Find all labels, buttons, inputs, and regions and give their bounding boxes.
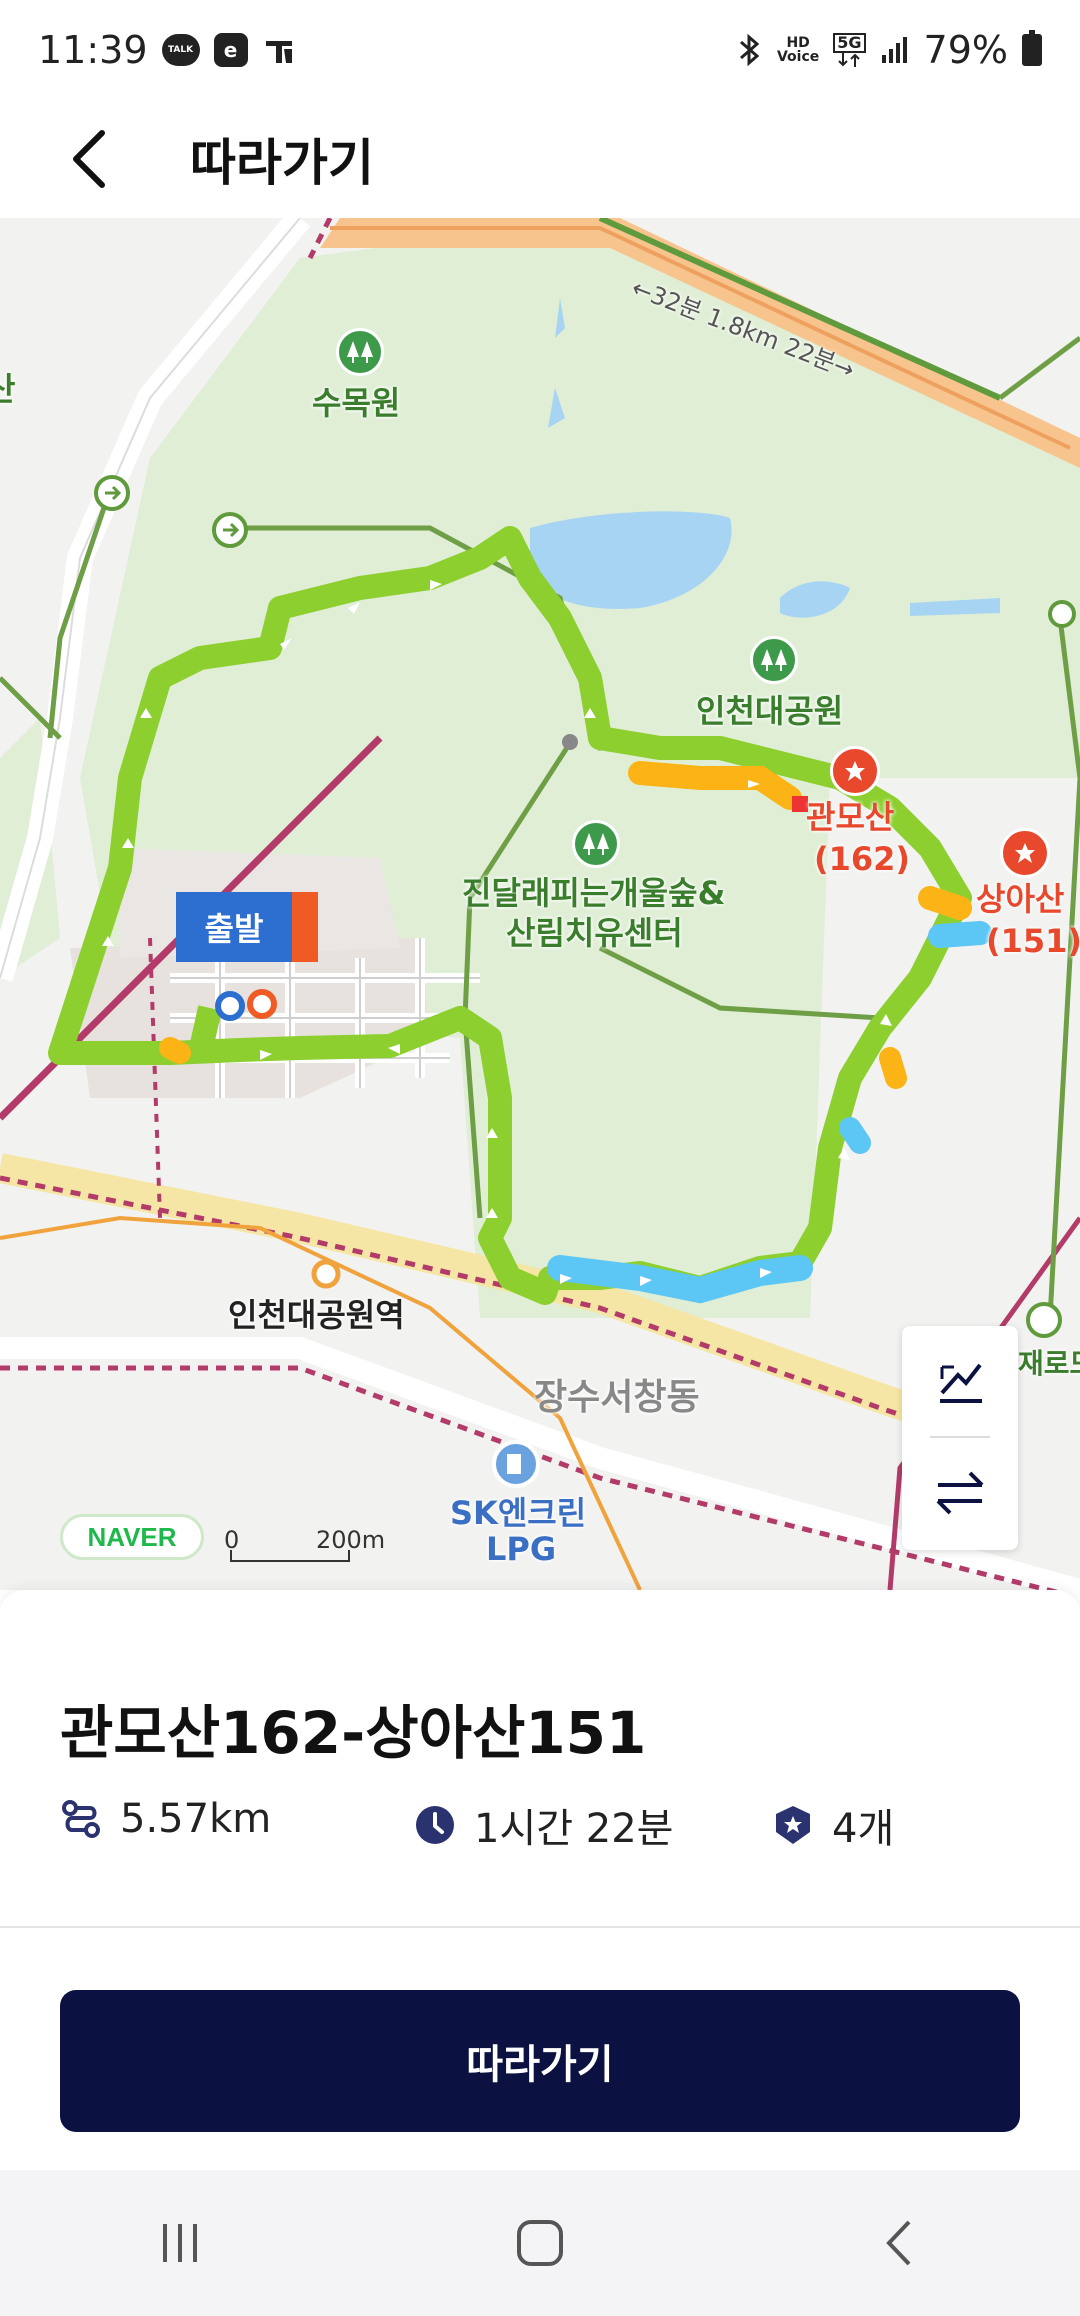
signal-icon [880, 35, 910, 65]
gas-station-label-line2: LPG [486, 1530, 557, 1568]
distance-stat: 5.57km [60, 1796, 271, 1842]
follow-button[interactable]: 따라가기 [60, 1990, 1020, 2132]
header: 따라가기 [0, 100, 1080, 218]
tree-icon [750, 636, 798, 684]
distance-value: 5.57km [120, 1796, 272, 1842]
battery-icon [1022, 30, 1042, 66]
start-marker[interactable]: 출발 [176, 892, 320, 962]
station-label: 인천대공원역 [228, 1296, 405, 1334]
home-button[interactable] [480, 2183, 600, 2303]
duration-value: 1시간 22분 [474, 1806, 674, 1852]
recent-apps-icon [163, 2224, 197, 2262]
status-left: 11:39 TALK e [38, 28, 296, 72]
sheet-divider [0, 1926, 1080, 1928]
clock-icon [414, 1804, 456, 1846]
back-arrow-icon [886, 2220, 911, 2266]
route-info-sheet: 관모산162-상아산151 5.57km 1시간 22분 4개 따라가기 [0, 1590, 1080, 2170]
elevation-icon [940, 1363, 982, 1403]
sanga-peak-height: (151) [986, 922, 1080, 960]
gwanmo-peak-height: (162) [814, 840, 911, 878]
reverse-route-button[interactable] [902, 1438, 1018, 1548]
naver-logo: NAVER [60, 1514, 204, 1560]
battery-percent: 79% [923, 28, 1008, 72]
forest-center-label-line2: 산림치유센터 [506, 914, 683, 952]
elevation-toggle-button[interactable] [902, 1326, 1018, 1436]
status-bar: 11:39 TALK e HD Voice 5G 79% [0, 0, 1080, 100]
edge-right-label: 재로모 [1018, 1347, 1080, 1380]
duration-stat: 1시간 22분 [414, 1796, 673, 1854]
map-scale-bar: 0 200m [224, 1526, 385, 1566]
peaks-stat: 4개 [772, 1796, 894, 1854]
status-time: 11:39 [38, 28, 148, 72]
map-controls [902, 1326, 1018, 1550]
edge-left-label: 산 [0, 370, 16, 408]
peaks-value: 4개 [832, 1806, 895, 1852]
system-nav-bar [0, 2170, 1080, 2316]
park-label: 인천대공원 [696, 692, 844, 730]
start-flag: 출발 [176, 892, 292, 962]
status-right: HD Voice 5G 79% [737, 28, 1042, 72]
swap-arrows-icon [936, 1471, 984, 1515]
route-title: 관모산162-상아산151 [60, 1699, 647, 1767]
kakaotalk-icon: TALK [161, 34, 200, 66]
home-icon [517, 2220, 563, 2266]
sanga-peak-name: 상아산 [976, 880, 1065, 918]
tree-icon [336, 328, 384, 376]
arboretum-label: 수목원 [312, 384, 401, 422]
gas-station-label-line1: SK엔크린 [450, 1494, 587, 1532]
scale-line [230, 1550, 350, 1562]
peak-badge-icon [772, 1804, 814, 1846]
district-label: 장수서창동 [534, 1377, 700, 1418]
recent-apps-button[interactable] [120, 2183, 240, 2303]
route-stats: 5.57km 1시간 22분 4개 [60, 1796, 1020, 1856]
5g-icon: 5G [833, 33, 866, 67]
back-button[interactable] [30, 100, 150, 218]
chevron-left-icon [73, 130, 105, 188]
route-map[interactable]: ←32분 1.8km 22분→ 산 수목원 인천대공원 진달래피는개울숲& 산림… [0, 218, 1080, 1590]
route-distance-icon [60, 1798, 102, 1840]
mountain-peak-icon [1000, 828, 1050, 878]
bluetooth-icon [737, 33, 763, 67]
page-title: 따라가기 [190, 134, 374, 192]
mountain-peak-icon [830, 746, 880, 796]
tree-icon [572, 820, 620, 868]
hd-voice-icon: HD Voice [776, 35, 820, 65]
system-back-button[interactable] [840, 2183, 960, 2303]
e-app-icon: e [213, 33, 248, 67]
t-app-icon [262, 33, 296, 67]
gwanmo-peak-name: 관모산 [806, 798, 895, 836]
